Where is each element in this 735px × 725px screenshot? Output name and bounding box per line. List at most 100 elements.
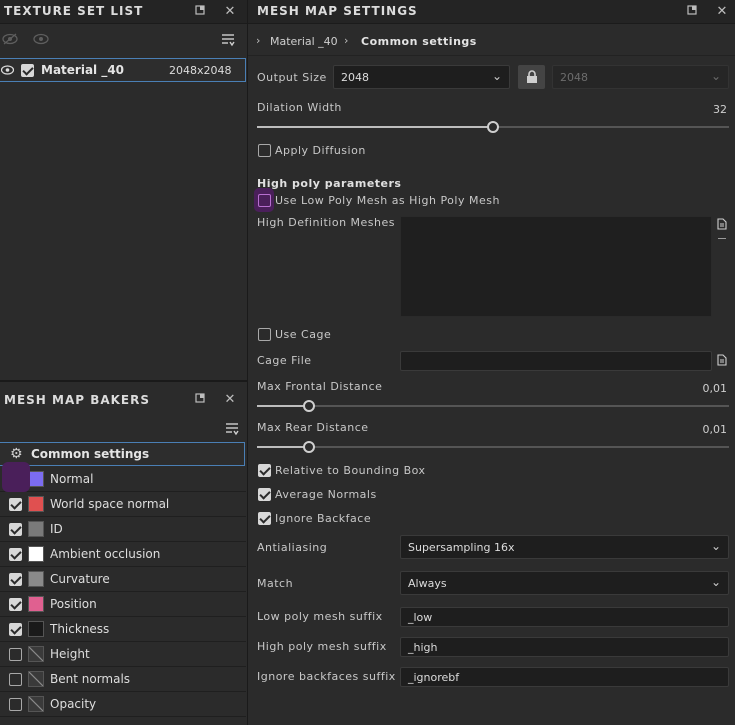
low-suffix-input[interactable]: _low: [400, 607, 729, 627]
close-icon[interactable]: ✕: [222, 392, 238, 408]
breadcrumb-material[interactable]: Material _40: [270, 35, 338, 48]
max-frontal-label: Max Frontal Distance: [257, 380, 383, 393]
use-low-poly-checkbox[interactable]: [258, 194, 271, 207]
match-label: Match: [257, 577, 294, 590]
remove-icon[interactable]: [718, 238, 726, 239]
chevron-right-icon: ›: [344, 34, 349, 47]
baker-row[interactable]: Thickness: [0, 617, 246, 642]
max-frontal-slider[interactable]: [257, 399, 729, 413]
mesh-map-bakers-header: MESH MAP BAKERS ✕: [0, 384, 247, 414]
baker-label: Ambient occlusion: [50, 547, 161, 561]
gear-icon: ⚙: [10, 446, 23, 462]
baker-checkbox[interactable]: [9, 498, 22, 511]
mesh-map-settings-panel: MESH MAP SETTINGS ✕ › Material _40 › Com…: [248, 0, 735, 725]
baker-row[interactable]: World space normal: [0, 492, 246, 517]
visibility-toolbar: [0, 30, 247, 52]
list-options-icon[interactable]: [221, 33, 235, 50]
breadcrumb: › Material _40 › Common settings: [248, 30, 735, 56]
texture-set-row[interactable]: Material _40 2048x2048: [0, 58, 246, 82]
texture-set-checkbox[interactable]: [21, 64, 34, 77]
texture-set-size: 2048x2048: [169, 64, 232, 77]
baker-row[interactable]: ID: [0, 517, 246, 542]
baker-row[interactable]: Ambient occlusion: [0, 542, 246, 567]
baker-thumbnail: [28, 621, 44, 637]
baker-label: Position: [50, 597, 97, 611]
baker-checkbox[interactable]: [9, 598, 22, 611]
hd-meshes-list[interactable]: [400, 216, 712, 317]
lock-icon: [527, 70, 537, 83]
apply-diffusion-checkbox[interactable]: [258, 144, 271, 157]
use-cage-checkbox[interactable]: [258, 328, 271, 341]
dilation-width-slider[interactable]: [257, 120, 729, 134]
antialiasing-label: Antialiasing: [257, 541, 328, 554]
baker-row[interactable]: Curvature: [0, 567, 246, 592]
baker-row[interactable]: Height: [0, 642, 246, 667]
baker-label: World space normal: [50, 497, 170, 511]
baker-checkbox[interactable]: [9, 698, 22, 711]
panel-title: MESH MAP SETTINGS: [257, 4, 418, 18]
file-icon[interactable]: [717, 354, 727, 369]
mesh-map-bakers-panel: MESH MAP BAKERS ✕ ⚙ Common settings Norm…: [0, 382, 247, 725]
max-rear-slider[interactable]: [257, 440, 729, 454]
slider-fill: [257, 446, 309, 448]
relative-bbox-checkbox[interactable]: [258, 464, 271, 477]
baker-row[interactable]: Opacity: [0, 692, 246, 717]
lock-button[interactable]: [518, 65, 545, 89]
baker-label: ID: [50, 522, 63, 536]
relative-bbox-label: Relative to Bounding Box: [275, 464, 426, 477]
high-suffix-label: High poly mesh suffix: [257, 640, 387, 653]
common-settings-row[interactable]: ⚙ Common settings: [0, 442, 245, 466]
baker-thumbnail: [28, 471, 44, 487]
linked-size-select: 2048 ⌄: [552, 65, 729, 89]
high-suffix-input[interactable]: _high: [400, 637, 729, 657]
slider-knob[interactable]: [302, 400, 315, 412]
baker-label: Thickness: [50, 622, 110, 636]
panel-title: MESH MAP BAKERS: [4, 393, 151, 407]
ignore-backface-checkbox[interactable]: [258, 512, 271, 525]
average-normals-label: Average Normals: [275, 488, 377, 501]
baker-row[interactable]: Normal: [0, 467, 246, 492]
file-icon[interactable]: [717, 218, 727, 233]
baker-label: Opacity: [50, 697, 97, 711]
baker-thumbnail: [28, 496, 44, 512]
baker-checkbox[interactable]: [9, 648, 22, 661]
slider-knob[interactable]: [487, 121, 499, 133]
breadcrumb-section: Common settings: [361, 35, 477, 48]
ignore-suffix-input[interactable]: _ignorebf: [400, 667, 729, 687]
use-cage-label: Use Cage: [275, 328, 332, 341]
match-value: Always: [408, 577, 447, 590]
output-size-select[interactable]: 2048 ⌄: [333, 65, 510, 89]
highlight-marker: [2, 462, 30, 492]
chevron-down-icon: ⌄: [710, 539, 721, 553]
average-normals-checkbox[interactable]: [258, 488, 271, 501]
baker-checkbox[interactable]: [9, 623, 22, 636]
baker-thumbnail: [28, 521, 44, 537]
match-select[interactable]: Always ⌄: [400, 571, 729, 595]
baker-row[interactable]: Position: [0, 592, 246, 617]
low-suffix-value: _low: [408, 611, 433, 624]
baker-checkbox[interactable]: [9, 673, 22, 686]
baker-label: Normal: [50, 472, 94, 486]
cage-file-input[interactable]: [400, 351, 712, 371]
use-low-poly-label: Use Low Poly Mesh as High Poly Mesh: [275, 194, 500, 207]
show-all-icon[interactable]: [33, 33, 49, 48]
undock-icon[interactable]: [684, 4, 700, 20]
hide-all-icon[interactable]: [2, 33, 18, 48]
undock-icon[interactable]: [192, 4, 208, 20]
baker-checkbox[interactable]: [9, 523, 22, 536]
undock-icon[interactable]: [192, 392, 208, 408]
visibility-eye-icon[interactable]: [0, 64, 15, 78]
linked-size-value: 2048: [560, 71, 588, 84]
apply-diffusion-label: Apply Diffusion: [275, 144, 366, 157]
output-size-value: 2048: [341, 71, 369, 84]
baker-checkbox[interactable]: [9, 573, 22, 586]
bakers-options-icon[interactable]: [225, 422, 239, 439]
baker-thumbnail: [28, 546, 44, 562]
slider-knob[interactable]: [302, 441, 315, 453]
baker-checkbox[interactable]: [9, 548, 22, 561]
close-icon[interactable]: ✕: [714, 4, 730, 20]
ignore-backface-label: Ignore Backface: [275, 512, 372, 525]
antialiasing-select[interactable]: Supersampling 16x ⌄: [400, 535, 729, 559]
baker-row[interactable]: Bent normals: [0, 667, 246, 692]
close-icon[interactable]: ✕: [222, 4, 238, 20]
